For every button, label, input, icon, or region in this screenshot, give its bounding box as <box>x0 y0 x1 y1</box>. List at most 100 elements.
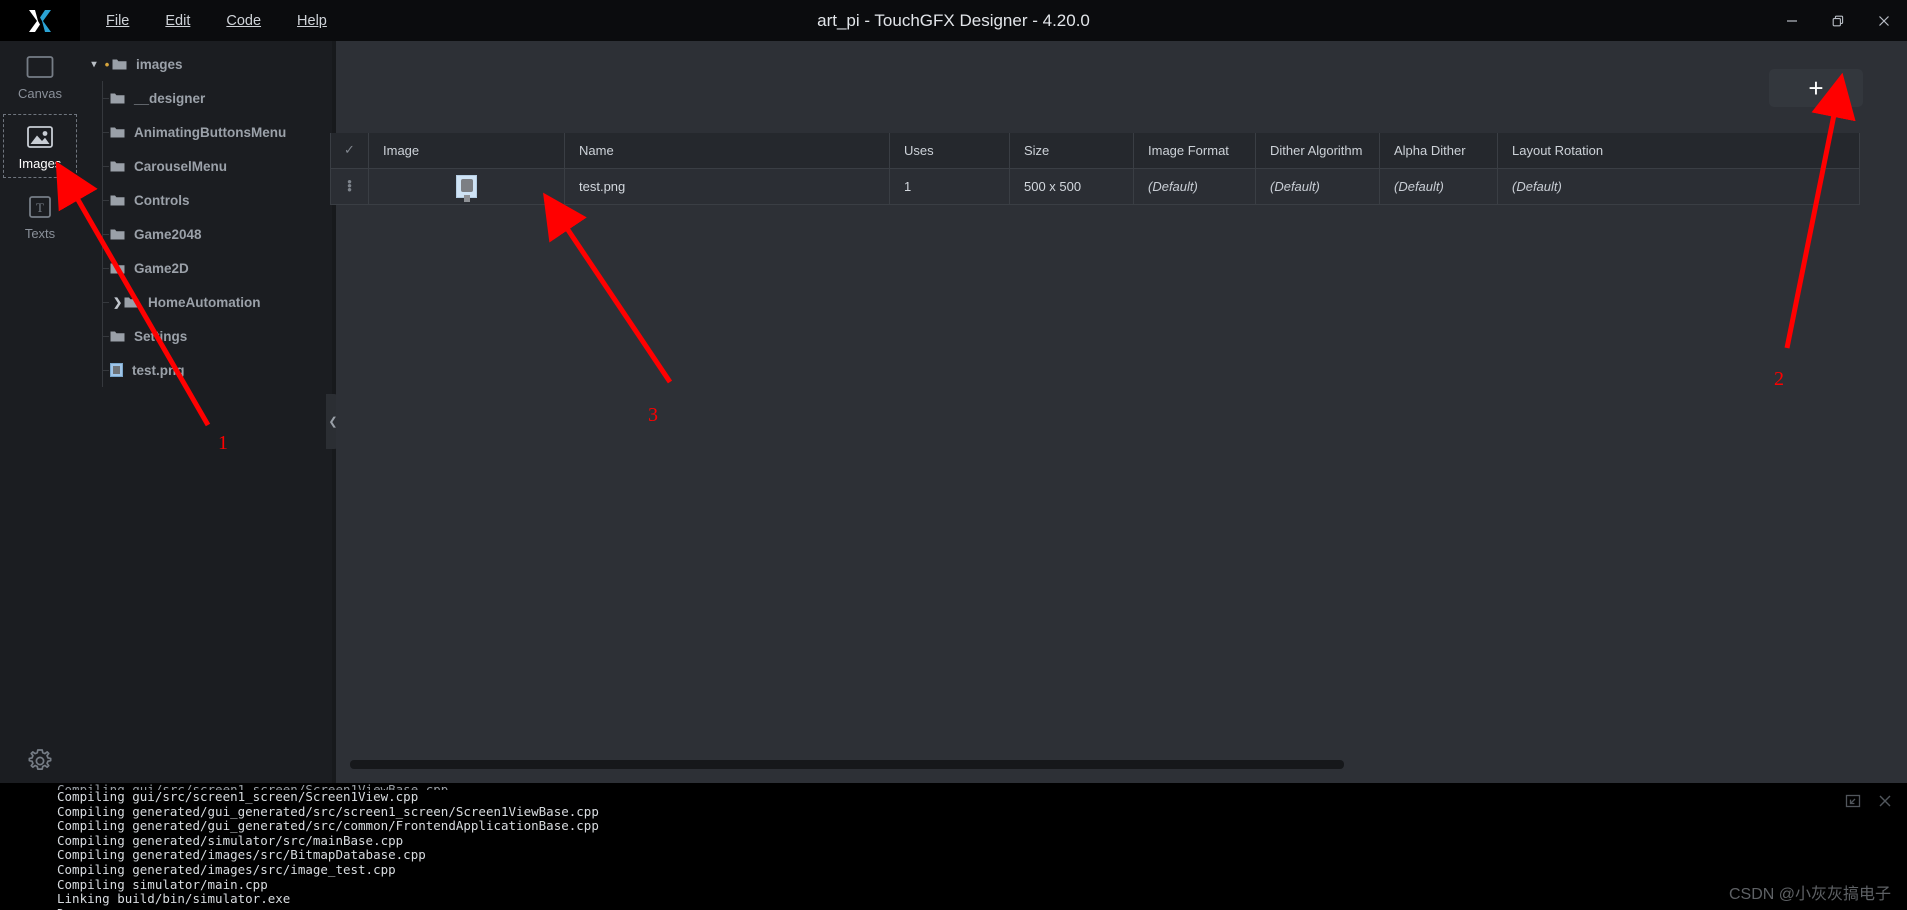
minimize-button[interactable] <box>1769 0 1815 41</box>
canvas-icon <box>25 55 55 79</box>
popout-icon <box>1845 794 1861 808</box>
console-popout-button[interactable] <box>1845 793 1861 814</box>
tree-row-game2048[interactable]: Game2048 <box>80 217 332 251</box>
tree-label: CarouselMenu <box>134 158 228 174</box>
folder-icon <box>110 92 125 105</box>
tree-row-controls[interactable]: Controls <box>80 183 332 217</box>
cell-name[interactable]: test.png <box>564 167 890 205</box>
restore-button[interactable] <box>1815 0 1861 41</box>
tree-guide-tick <box>102 200 109 201</box>
rail-item-images[interactable]: Images <box>0 111 80 181</box>
folder-icon <box>110 330 125 343</box>
window-controls <box>1769 0 1907 41</box>
console-line: Compiling simulator/main.cpp <box>57 876 268 892</box>
tree-row-animatingbuttonsmenu[interactable]: AnimatingButtonsMenu <box>80 115 332 149</box>
tree-label: HomeAutomation <box>148 294 261 310</box>
rail-item-canvas[interactable]: Canvas <box>0 41 80 111</box>
tree-guide-tick <box>102 132 109 133</box>
console-line: Compiling gui/src/screen1_screen/Screen1… <box>57 789 419 804</box>
rail-label-texts: Texts <box>24 226 56 241</box>
folder-icon <box>124 296 139 309</box>
touchgfx-logo-icon <box>29 9 51 32</box>
folder-icon <box>110 126 125 139</box>
close-icon <box>1879 795 1891 807</box>
tree-row-designer[interactable]: __designer <box>80 81 332 115</box>
rail-label-canvas: Canvas <box>17 86 63 101</box>
cell-size: 500 x 500 <box>1009 167 1134 205</box>
column-header-image-format[interactable]: Image Format <box>1133 133 1256 169</box>
gear-icon <box>25 746 55 776</box>
tree-label: Game2D <box>134 260 189 276</box>
horizontal-scrollbar-thumb[interactable] <box>350 760 1344 769</box>
image-folder-tree: ▾ • images __designer AnimatingButtonsMe… <box>80 41 332 783</box>
chevron-right-icon[interactable]: ❯ <box>113 296 122 309</box>
annotation-number-3: 3 <box>648 404 658 426</box>
column-header-image[interactable]: Image <box>368 133 565 169</box>
column-header-check[interactable]: ✓ <box>330 133 369 169</box>
tree-row-test-png[interactable]: test.png <box>80 353 332 387</box>
tree-guide-tick <box>102 370 109 371</box>
cell-alpha-dither[interactable]: (Default) <box>1379 167 1498 205</box>
tree-guide-tick <box>102 166 109 167</box>
chevron-down-icon[interactable]: ▾ <box>86 59 102 70</box>
column-header-size[interactable]: Size <box>1009 133 1134 169</box>
tree-row-carouselmenu[interactable]: CarouselMenu <box>80 149 332 183</box>
close-button[interactable] <box>1861 0 1907 41</box>
tree-label: test.png <box>132 362 185 378</box>
horizontal-scrollbar-track[interactable] <box>336 760 1907 777</box>
annotation-number-1: 1 <box>218 432 228 454</box>
app-logo <box>0 0 80 41</box>
images-table: ✓ Image Name Uses Size Image Format Dith… <box>330 133 1860 205</box>
close-icon <box>1879 15 1889 26</box>
column-header-name[interactable]: Name <box>564 133 890 169</box>
menu-edit[interactable]: Edit <box>147 7 208 35</box>
tree-label: Controls <box>134 192 190 208</box>
title-bar: File Edit Code Help art_pi - TouchGFX De… <box>0 0 1907 41</box>
column-header-uses[interactable]: Uses <box>889 133 1010 169</box>
folder-icon <box>112 58 127 71</box>
menu-code[interactable]: Code <box>208 7 279 35</box>
tree-label: Game2048 <box>134 226 202 242</box>
folder-icon <box>110 160 125 173</box>
left-rail: Canvas Images T Texts <box>0 41 80 910</box>
watermark-text: CSDN @小灰灰搞电子 <box>1728 886 1891 903</box>
image-thumbnail-cell[interactable] <box>368 167 565 205</box>
console-line: Compiling generated/gui_generated/src/co… <box>57 818 599 834</box>
folder-icon <box>110 228 125 241</box>
tree-row-images-root[interactable]: ▾ • images <box>80 47 332 81</box>
tree-guide-tick <box>102 98 109 99</box>
column-header-dither-algorithm[interactable]: Dither Algorithm <box>1255 133 1380 169</box>
tree-row-homeautomation[interactable]: ❯ HomeAutomation <box>80 285 332 319</box>
rail-item-texts[interactable]: T Texts <box>0 181 80 251</box>
tree-row-settings[interactable]: Settings <box>80 319 332 353</box>
column-header-alpha-dither[interactable]: Alpha Dither <box>1379 133 1498 169</box>
column-header-layout-rotation[interactable]: Layout Rotation <box>1497 133 1860 169</box>
tree-guide-tick <box>102 336 109 337</box>
tree-row-game2d[interactable]: Game2D <box>80 251 332 285</box>
table-row[interactable]: • • • test.png 1 500 x 500 (Default) (Defa… <box>330 167 1860 205</box>
tree-guide-tick <box>102 268 109 269</box>
svg-text:T: T <box>36 200 44 215</box>
add-image-button[interactable]: + <box>1769 69 1863 107</box>
cell-layout-rotation[interactable]: (Default) <box>1497 167 1860 205</box>
menu-bar: File Edit Code Help <box>88 7 345 35</box>
tree-label: images <box>136 56 183 72</box>
console-controls <box>1845 793 1893 814</box>
cell-uses: 1 <box>889 167 1010 205</box>
drag-handle-icon: • • • <box>347 174 352 197</box>
menu-help[interactable]: Help <box>279 7 345 35</box>
console-close-button[interactable] <box>1877 793 1893 814</box>
cell-image-format[interactable]: (Default) <box>1133 167 1256 205</box>
row-drag-handle[interactable]: • • • <box>330 167 369 205</box>
cell-dither-algorithm[interactable]: (Default) <box>1255 167 1380 205</box>
image-thumbnail <box>456 174 477 198</box>
annotation-number-2: 2 <box>1774 368 1784 390</box>
table-header-row: ✓ Image Name Uses Size Image Format Dith… <box>330 133 1860 169</box>
modified-dot-icon: • <box>104 56 110 72</box>
console-line: Compiling generated/gui_generated/src/sc… <box>57 803 599 819</box>
build-console: Compiling gui/src/screen1_screen/Screen1… <box>0 783 1907 910</box>
folder-icon <box>110 262 125 275</box>
console-line: Compiling generated/simulator/src/mainBa… <box>57 832 404 848</box>
menu-file[interactable]: File <box>88 7 147 35</box>
restore-icon <box>1832 15 1844 26</box>
